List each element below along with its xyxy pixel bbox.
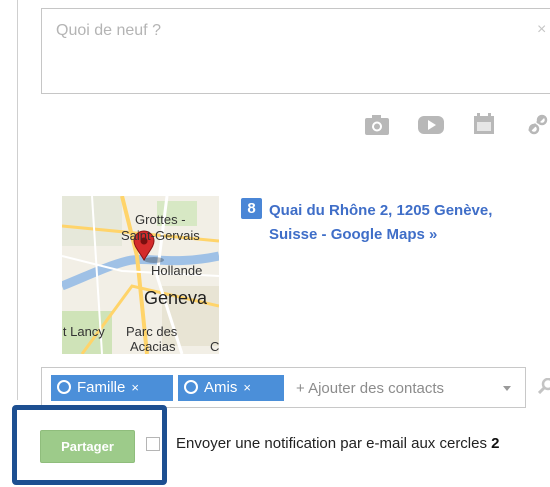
chip-label: Amis [204,379,238,396]
map-label: Grottes - [135,212,186,227]
map-label: Acacias [130,339,176,354]
map-city-label: Geneva [144,288,208,308]
circle-chip-famille[interactable]: Famille × [51,375,173,401]
chip-remove-button[interactable]: × [243,380,251,395]
circle-icon [57,380,71,394]
video-icon[interactable] [417,115,445,140]
map-label: it Lancy [62,324,105,339]
google-maps-icon: 8 [241,198,262,219]
notify-checkbox[interactable] [146,437,160,451]
map-thumbnail[interactable]: Grottes - Saint-Gervais Hollande Geneva … [62,196,219,354]
map-label: Saint-Gervais [121,228,200,243]
composer-close-button[interactable]: × [537,21,546,39]
calendar-icon[interactable] [472,112,496,141]
chip-label: Famille [77,379,126,396]
place-link[interactable]: Quai du Rhône 2, 1205 Genève, Suisse - G… [269,199,539,247]
map-label: Parc des [126,324,178,339]
composer-placeholder: Quoi de neuf ? [56,22,161,39]
chevron-down-icon[interactable] [503,386,511,391]
notify-count: 2 [491,435,500,452]
map-label: C [210,339,219,354]
panel-border [17,0,18,400]
share-with-field[interactable]: Famille × Amis × + Ajouter des contacts [41,367,526,408]
circle-icon [184,380,198,394]
add-contacts-input[interactable]: + Ajouter des contacts [296,380,444,397]
notify-text: Envoyer une notification par e-mail aux … [176,435,487,452]
post-composer-input[interactable]: Quoi de neuf ? × [41,8,550,94]
search-icon[interactable] [537,377,550,395]
link-icon[interactable] [526,114,550,141]
share-button[interactable]: Partager [40,430,135,463]
chip-remove-button[interactable]: × [131,380,139,395]
circle-chip-amis[interactable]: Amis × [178,375,284,401]
notify-label: Envoyer une notification par e-mail aux … [176,435,500,452]
map-label: Hollande [151,263,203,278]
camera-icon[interactable] [364,114,390,141]
